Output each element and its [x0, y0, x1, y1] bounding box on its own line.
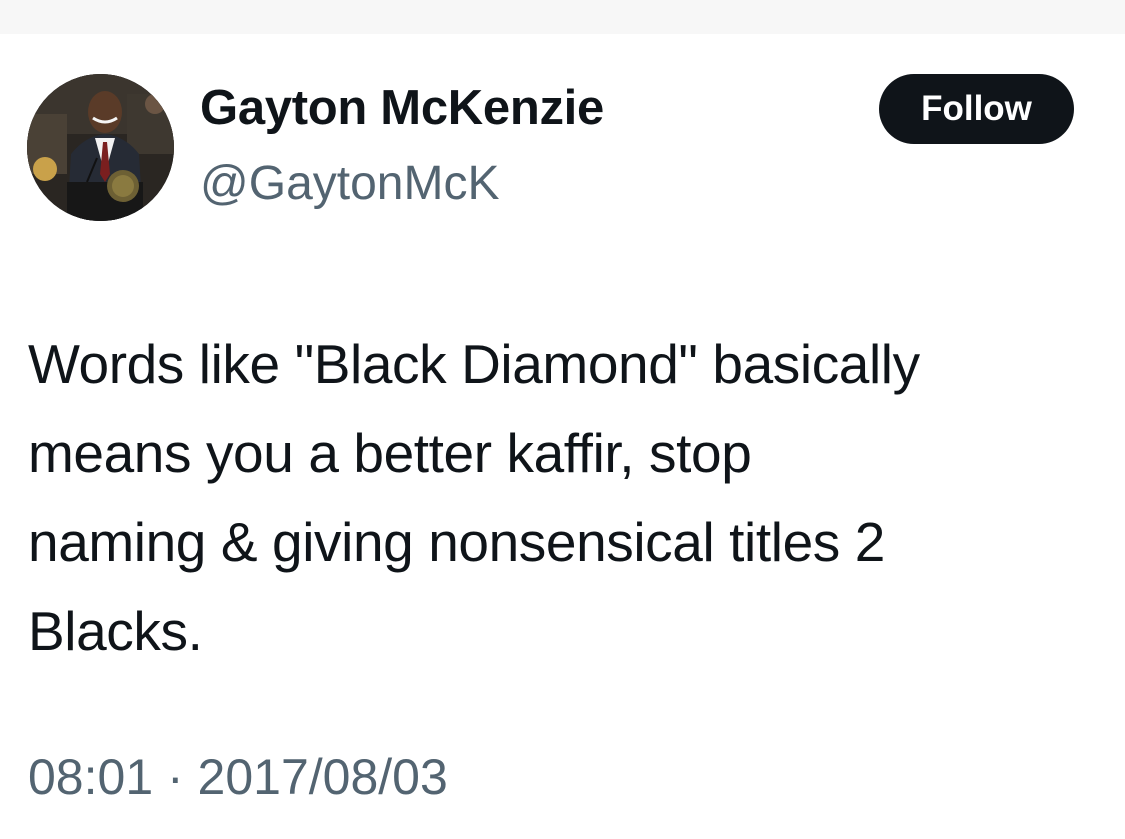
tweet-text: Words like "Black Diamond" basically mea…	[28, 320, 1108, 676]
tweet-text-line: naming & giving nonsensical titles 2	[28, 511, 885, 573]
tweet-text-line: Blacks.	[28, 600, 203, 662]
avatar[interactable]	[27, 74, 174, 221]
author-display-name[interactable]: Gayton McKenzie	[200, 80, 604, 136]
status-area	[0, 0, 1125, 34]
avatar-photo-icon	[27, 74, 174, 221]
author-handle[interactable]: @GaytonMcK	[200, 156, 499, 211]
tweet-text-line: Words like "Black Diamond" basically	[28, 333, 920, 395]
tweet-text-line: means you a better kaffir, stop	[28, 422, 752, 484]
tweet-timestamp[interactable]: 08:01 · 2017/08/03	[28, 748, 448, 806]
follow-button[interactable]: Follow	[879, 74, 1074, 144]
tweet-card: Gayton McKenzie @GaytonMcK Follow Words …	[0, 34, 1125, 839]
